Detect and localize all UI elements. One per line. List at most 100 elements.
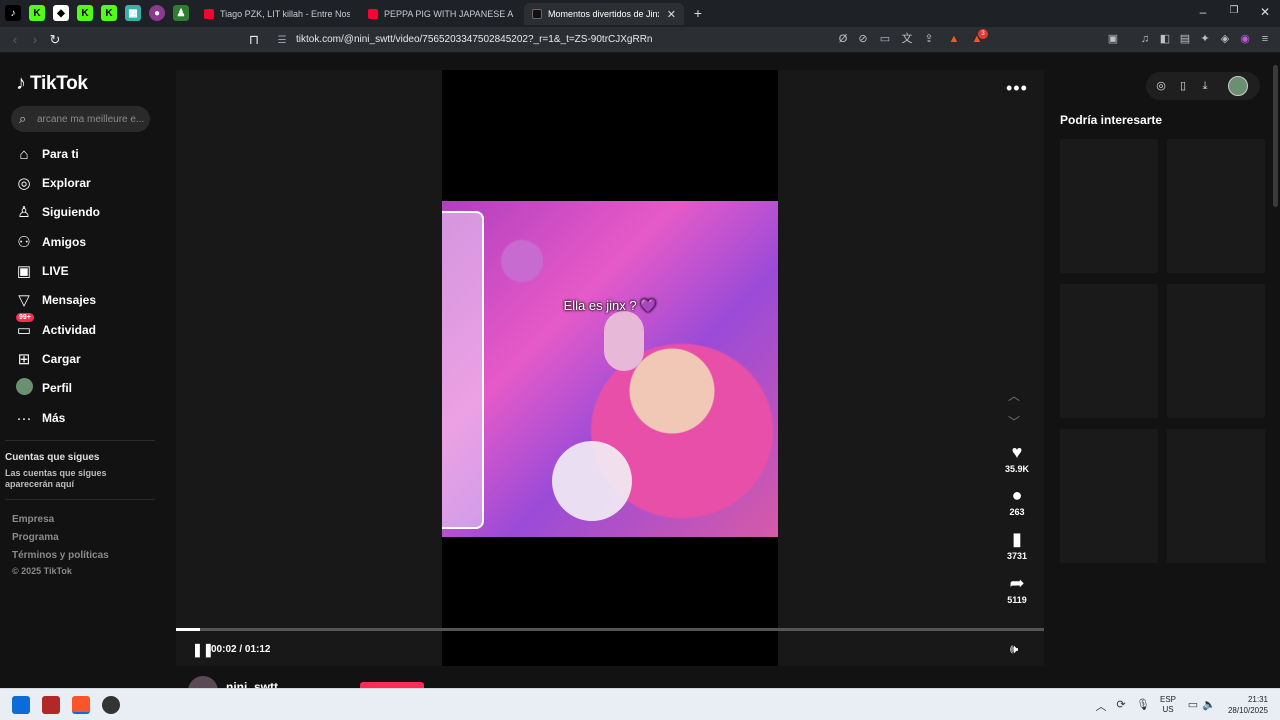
youtube-icon xyxy=(204,9,214,19)
pinned-tab-tiktok-icon[interactable]: ♪ xyxy=(5,5,21,21)
copyright: © 2025 TikTok xyxy=(12,566,72,576)
reload-icon[interactable]: ↻ xyxy=(47,32,63,48)
tray-sync-icon[interactable]: ⟳ xyxy=(1114,698,1128,711)
sidebar-toggle-icon[interactable]: ▣ xyxy=(1106,32,1120,46)
comment-action[interactable]: ● 263 xyxy=(994,485,1040,517)
footer-link-programa[interactable]: Programa xyxy=(12,532,59,543)
tray-chevron-icon[interactable]: ︿ xyxy=(1094,698,1108,714)
comment-icon[interactable]: ● xyxy=(994,485,1040,505)
sidebar-divider xyxy=(5,499,155,500)
footer-link-terminos[interactable]: Términos y políticas xyxy=(12,550,109,561)
pinned-tab-kick-icon[interactable]: K xyxy=(29,5,45,21)
network-icon[interactable]: ▭ xyxy=(1186,698,1200,711)
like-action[interactable]: ♥ 35.9K xyxy=(994,442,1040,474)
pinned-tab-app-icon[interactable]: ◆ xyxy=(53,5,69,21)
taskbar-app-icon[interactable] xyxy=(42,696,60,714)
author-name[interactable]: nini_swtt xyxy=(226,680,278,688)
pinned-tab-grid-icon[interactable]: ▦ xyxy=(125,5,141,21)
back-icon[interactable]: ‹ xyxy=(7,32,23,48)
pinned-tab-kick3-icon[interactable]: K xyxy=(101,5,117,21)
music-icon[interactable]: ♫ xyxy=(1138,32,1152,46)
profile-icon[interactable]: ◉ xyxy=(1238,32,1252,46)
brave-browser-icon[interactable] xyxy=(72,696,90,714)
speaker-icon[interactable]: 🔈 xyxy=(1202,698,1216,711)
recommend-card[interactable] xyxy=(1167,139,1265,273)
language-indicator[interactable]: ESP US xyxy=(1158,695,1178,715)
pinned-tab-kick2-icon[interactable]: K xyxy=(77,5,93,21)
user-avatar[interactable] xyxy=(1228,76,1248,96)
scrollbar-thumb[interactable] xyxy=(1273,65,1278,207)
phone-icon[interactable]: ▯ xyxy=(1176,79,1190,93)
close-window-button[interactable]: ✕ xyxy=(1255,5,1275,19)
download-icon[interactable]: ⤓ xyxy=(1198,79,1212,93)
volume-icon[interactable]: 🕪 xyxy=(1010,641,1018,657)
share-icon[interactable]: ⇪ xyxy=(922,32,936,46)
site-info-icon[interactable]: ☰ xyxy=(274,33,290,49)
windows-start-icon[interactable] xyxy=(12,696,30,714)
share-action[interactable]: ➦ 5119 xyxy=(994,573,1040,605)
nav-mas[interactable]: ··· Más xyxy=(14,407,154,429)
no-translate-icon[interactable]: Ø xyxy=(836,32,850,46)
nav-para-ti[interactable]: ⌂ Para ti xyxy=(14,143,154,165)
taskbar-app2-icon[interactable] xyxy=(102,696,120,714)
tab-tiago-pzk[interactable]: Tiago PZK, LIT killah - Entre Nosotros xyxy=(196,3,358,25)
logo-text: TikTok xyxy=(30,72,88,94)
activity-badge: 99+ xyxy=(16,313,34,322)
close-tab-icon[interactable]: ✕ xyxy=(667,8,676,21)
system-clock[interactable]: 21:31 28/10/2025 xyxy=(1222,694,1268,716)
tab-peppa-pig[interactable]: PEPPA PIG WITH JAPANESE AND ENGLISH xyxy=(360,3,522,25)
microphone-icon[interactable]: 🎙 xyxy=(1136,698,1150,711)
video-progress-bar[interactable] xyxy=(176,628,1044,631)
more-options-icon[interactable]: ••• xyxy=(1006,78,1028,99)
video-time: 00:02 / 01:12 xyxy=(211,644,271,655)
nav-perfil[interactable]: Perfil xyxy=(14,377,154,399)
previous-video-icon[interactable]: ︿ xyxy=(1008,387,1020,404)
next-video-icon[interactable]: ﹀ xyxy=(1008,413,1020,430)
like-count: 35.9K xyxy=(1004,464,1030,474)
footer-link-empresa[interactable]: Empresa xyxy=(12,514,54,525)
save-action[interactable]: ▮ 3731 xyxy=(994,529,1040,561)
nav-mensajes[interactable]: ▽ Mensajes xyxy=(14,289,154,311)
recommend-card[interactable] xyxy=(1060,429,1158,563)
leo-icon[interactable]: ✦ xyxy=(1198,32,1212,46)
menu-icon[interactable]: ≡ xyxy=(1258,32,1272,46)
nav-amigos[interactable]: ⚇ Amigos xyxy=(14,231,154,253)
share-arrow-icon[interactable]: ➦ xyxy=(994,573,1040,593)
vpn-icon[interactable]: ◈ xyxy=(1218,32,1232,46)
pinned-tab-chess-icon[interactable]: ♟ xyxy=(173,5,189,21)
cast-icon[interactable]: ▭ xyxy=(878,32,892,46)
mute-icon[interactable]: ⊘ xyxy=(856,32,870,46)
new-tab-button[interactable]: + xyxy=(688,5,708,21)
search-box[interactable]: ⌕ xyxy=(11,106,150,132)
restore-button[interactable]: ❐ xyxy=(1224,5,1244,16)
reading-list-icon[interactable]: ◧ xyxy=(1158,32,1172,46)
search-icon[interactable]: ⌕ xyxy=(19,111,26,127)
video-frame[interactable]: Ella es jinx ? 💜 xyxy=(442,201,778,537)
tiktok-logo[interactable]: ♪ TikTok xyxy=(16,72,88,95)
nav-cargar[interactable]: ⊞ Cargar xyxy=(14,348,154,370)
tiktok-note-icon: ♪ xyxy=(16,72,26,94)
bookmark-icon[interactable]: ▮ xyxy=(994,529,1040,549)
recommend-card[interactable] xyxy=(1060,139,1158,273)
bookmark-icon[interactable]: ⊓ xyxy=(246,32,262,48)
recommend-card[interactable] xyxy=(1060,284,1158,418)
nav-siguiendo[interactable]: ♙ Siguiendo xyxy=(14,201,154,223)
tab-jinx-active[interactable]: Momentos divertidos de Jinx ✕ xyxy=(524,3,684,25)
brave-shields-icon[interactable]: ▲ xyxy=(947,32,961,46)
nav-live[interactable]: ▣ LIVE xyxy=(14,260,154,282)
coin-icon[interactable]: ◎ xyxy=(1154,79,1168,93)
heart-icon[interactable]: ♥ xyxy=(994,442,1040,462)
search-input[interactable] xyxy=(37,110,145,128)
sidebar-divider xyxy=(5,440,155,441)
forward-icon[interactable]: › xyxy=(27,32,43,48)
minimize-button[interactable]: – xyxy=(1193,5,1213,19)
pinned-tab-avatar-icon[interactable]: ● xyxy=(149,5,165,21)
nav-explorar[interactable]: ◎ Explorar xyxy=(14,172,154,194)
video-player[interactable]: Ella es jinx ? 💜 ••• ︿ ﹀ ♥ 35.9K ● 263 ▮… xyxy=(176,70,1044,666)
author-avatar[interactable] xyxy=(188,676,218,688)
wallet-icon[interactable]: ▤ xyxy=(1178,32,1192,46)
nav-actividad[interactable]: ▭ 99+ Actividad xyxy=(14,313,154,341)
recommend-card[interactable] xyxy=(1167,429,1265,563)
recommend-card[interactable] xyxy=(1167,284,1265,418)
translate-icon[interactable]: 文 xyxy=(900,32,914,46)
